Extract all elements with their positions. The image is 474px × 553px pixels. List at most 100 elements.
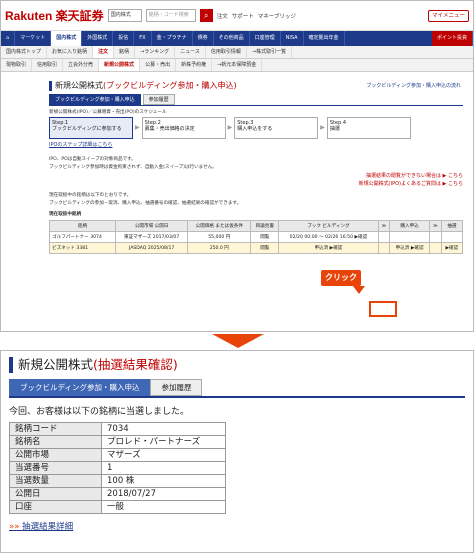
nav-bond[interactable]: 債券 (193, 31, 214, 46)
lottery-cell (440, 231, 464, 243)
apply-cell[interactable]: 申込済 ▶確認 (389, 242, 430, 254)
ipo-tabs: ブックビルディング参加・購入申込 参加履歴 (49, 94, 463, 106)
flow-link[interactable]: ブックビルディング参加・購入申込の流れ (366, 82, 461, 89)
rakuten-logo[interactable]: Rakuten 楽天証券 (5, 7, 104, 24)
nav-fund[interactable]: 投信 (113, 31, 135, 46)
nav-fx[interactable]: FX (134, 31, 152, 46)
subnav-ranking[interactable]: →ランキング (135, 46, 176, 58)
tab-bookbuilding[interactable]: ブックビルディング参加・購入申込 (9, 379, 151, 396)
arrow-cell (428, 242, 442, 254)
step-arrow-icon: ▶ (135, 124, 140, 131)
arrow-cell (428, 231, 442, 243)
arrow-cell (377, 242, 391, 254)
ordernav-offfloor[interactable]: 立会外分売 (63, 59, 100, 71)
subnav-news[interactable]: ニュース (175, 46, 206, 58)
step-2: Step.2 募集・売出価格の決定 (141, 117, 226, 139)
step-3: Step.3 購入申込をする (234, 117, 319, 139)
col-arrow: ≫ (377, 220, 391, 232)
main-nav: ⌂ マーケット 国内株式 外国株式 投信 FX 金・プラチナ 債券 その他商品 … (1, 31, 473, 46)
header-link-order[interactable]: 注文 (217, 12, 228, 20)
col-prospectus: 目論見書 (250, 220, 280, 232)
highlight-box (369, 301, 397, 317)
nav-foreign-stock[interactable]: 外国株式 (82, 31, 114, 46)
site-header: Rakuten 楽天証券 国内株式 銘柄・コード検索 ⌕ 注文 サポート マネー… (1, 1, 473, 31)
win-message: 今回、お客様は以下の銘柄に当選しました。 (9, 407, 190, 417)
nav-domestic-stock[interactable]: 国内株式 (51, 31, 83, 46)
mypage-button[interactable]: マイメニュー (427, 9, 469, 22)
subnav-stocks[interactable]: 銘柄 (114, 46, 136, 58)
table-row: 公開日 2018/07/27 (9, 487, 226, 501)
table-row: 銘柄名 プロレド・パートナーズ (9, 435, 226, 449)
header-link-moneybridge[interactable]: マネーブリッジ (258, 12, 296, 20)
ordernav-deposit[interactable]: →新元本保障預金 (212, 59, 263, 71)
lottery-confirm-link[interactable]: ▶確認 (440, 242, 464, 254)
subnav-trades[interactable]: →株式取引一覧 (247, 46, 293, 58)
stock-link[interactable]: ビズネット 3381 (49, 242, 116, 254)
subnav-favorites[interactable]: お気に入り銘柄 (47, 46, 94, 58)
step-flow: Step.1 ブックビルディングに参加する ▶ Step.2 募集・売出価格の決定 … (49, 117, 463, 139)
ordernav-warrant[interactable]: 新株予約権 (176, 59, 213, 71)
table-row: 当選数量 100 株 (9, 474, 226, 488)
nav-ideco[interactable]: 確定拠出年金 (304, 31, 345, 46)
col-market: 公開市場 公開日 (114, 220, 189, 232)
table-row: 銘柄コード 7034 (9, 422, 226, 436)
triple-arrow-icon: »» (9, 522, 23, 532)
col-lottery: 抽選 (440, 220, 464, 232)
down-arrow-icon (212, 334, 264, 348)
ordernav-margin[interactable]: 信用取引 (32, 59, 64, 71)
prospectus-link[interactable]: 閲覧 (250, 242, 280, 254)
order-nav: 現物取引 信用取引 立会外分売 新規公開株式 公募・売出 新株予約権 →新元本保… (1, 59, 473, 72)
subnav-top[interactable]: 国内株式トップ (1, 46, 48, 58)
market-select[interactable]: 国内株式 (107, 9, 142, 22)
nav-point[interactable]: ポイント投資 (431, 31, 473, 46)
search-icon[interactable]: ⌕ (199, 9, 213, 22)
bookbuilding-cell[interactable]: 申込済 ▶確認 (278, 242, 379, 254)
nav-gold[interactable]: 金・プラチナ (152, 31, 193, 46)
subnav-order[interactable]: 注文 (93, 46, 115, 58)
bookbuilding-cell[interactable]: 02/20 00:00 〜 02/26 16:50 ▶確認 (278, 231, 379, 243)
tab-bookbuilding[interactable]: ブックビルディング参加・購入申込 (49, 94, 141, 105)
header-link-support[interactable]: サポート (232, 12, 254, 20)
tab-history[interactable]: 参加履歴 (142, 94, 175, 105)
result-tabs: ブックビルディング参加・購入申込 参加履歴 (9, 379, 465, 398)
click-callout: クリック (321, 270, 361, 286)
market-cell: JASDAQ 2025/08/17 (114, 242, 189, 254)
arrow-cell (377, 231, 391, 243)
nav-nisa[interactable]: NISA (281, 31, 304, 46)
table-row: ビズネット 3381 JASDAQ 2025/08/17 250.0 円 閲覧 … (49, 242, 464, 254)
nav-account[interactable]: 口座管理 (250, 31, 281, 46)
col-price: 公開価格 または仮条件 (187, 220, 252, 232)
step-4: Step.4 抽選 (326, 117, 411, 139)
result-detail-link[interactable]: »» 抽選結果詳細 (9, 520, 465, 532)
ordernav-cash[interactable]: 現物取引 (1, 59, 33, 71)
ordernav-po[interactable]: 公募・売出 (140, 59, 177, 71)
col-arrow: ≫ (428, 220, 442, 232)
sub-nav: 国内株式トップ お気に入り銘柄 注文 銘柄 →ランキング ニュース 信用取引情報… (1, 46, 473, 59)
step-arrow-icon: ▶ (320, 124, 325, 131)
lottery-help-link[interactable]: 抽選結果の閲覧ができない場合は ▶ こちら (49, 172, 463, 180)
table-row: 当選番号 1 (9, 461, 226, 475)
nav-market[interactable]: マーケット (15, 31, 52, 46)
result-table: 銘柄コード 7034 銘柄名 プロレド・パートナーズ 公開市場 マザーズ 当選番号 1 … (9, 422, 226, 514)
ipo-table: 銘柄 公開市場 公開日 公開価格 または仮条件 目論見書 ブック ビルディング … (49, 220, 464, 254)
search-input[interactable]: 銘柄・コード検索 (145, 9, 196, 22)
ipo-step-link[interactable]: IPOのステップ詳細はこちら (49, 141, 463, 148)
col-stock: 銘柄 (49, 220, 116, 232)
subnav-margin[interactable]: 信用取引情報 (206, 46, 247, 58)
ordernav-ipo[interactable]: 新規公開株式 (99, 59, 141, 71)
prospectus-link[interactable]: 閲覧 (250, 231, 280, 243)
table-row: 口座 一般 (9, 500, 226, 514)
step-arrow-icon: ▶ (227, 124, 233, 131)
nav-home-icon[interactable]: ⌂ (1, 31, 16, 46)
tab-history[interactable]: 参加履歴 (150, 379, 203, 396)
table-row: ゴルフパートナー 3074 東証マザーズ 2017/03/07 55,000 円… (49, 231, 464, 243)
sweep-notes: IPO、POは自動スイープの対象商品です。 ブックビルディング参加時は資金拘束され… (49, 157, 217, 170)
faq-link[interactable]: 新規公開株式(IPO)よくあるご質問は ▶ こちら (49, 180, 463, 188)
stock-link[interactable]: ゴルフパートナー 3074 (49, 231, 116, 243)
callout-pointer-icon (353, 286, 365, 294)
result-title: 新規公開株式(抽選結果確認) (9, 357, 465, 373)
schedule-crumb[interactable]: 新規公開株式(IPO)／公募増資・売出(PO)のスケジュール (49, 109, 463, 115)
price-cell: 250.0 円 (187, 242, 252, 254)
nav-other[interactable]: その他商品 (214, 31, 250, 46)
list-heading: 現在取扱中銘柄 (49, 212, 82, 217)
